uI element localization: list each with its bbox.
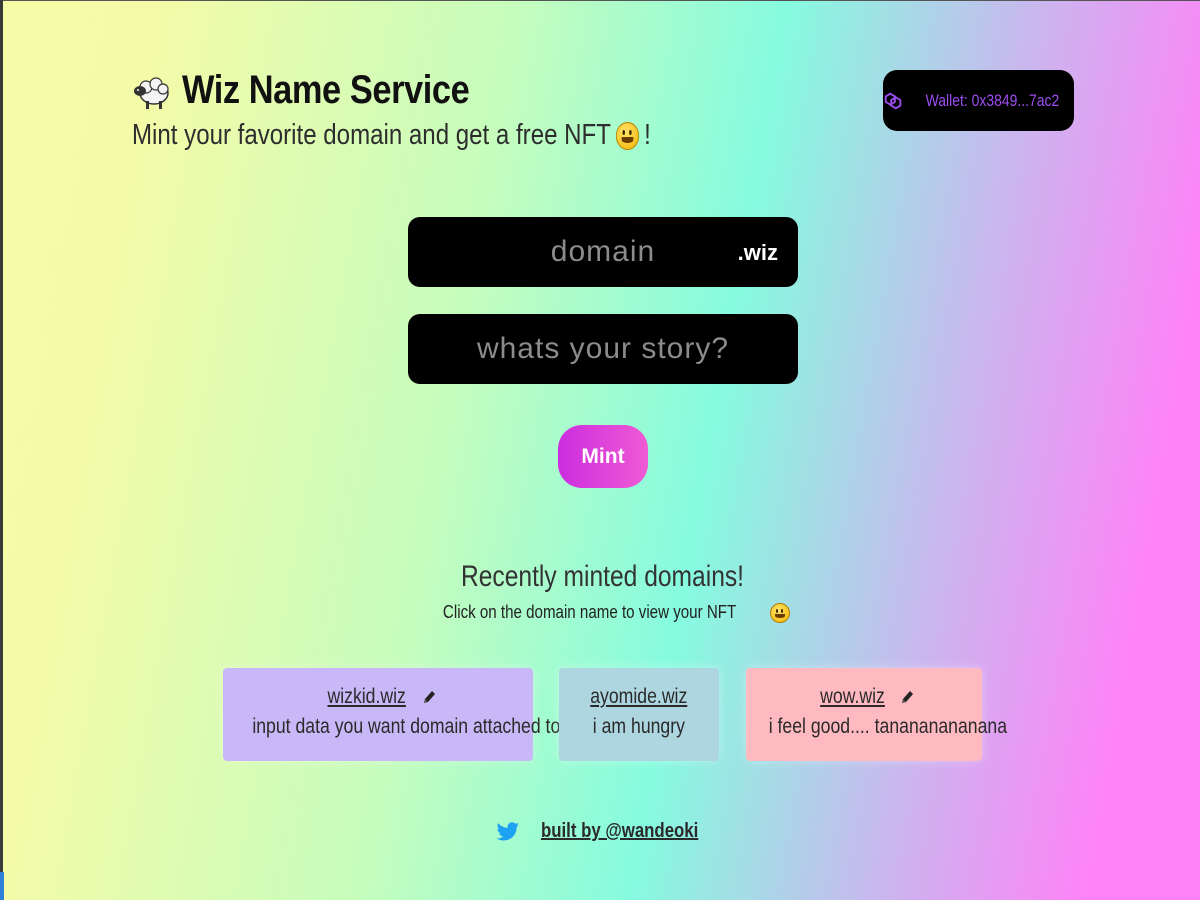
mint-button[interactable]: Mint bbox=[558, 425, 648, 488]
smiley-emoji-icon bbox=[770, 602, 791, 623]
domain-record: input data you want domain attached to bbox=[223, 715, 560, 739]
author-link[interactable]: built by @wandeoki bbox=[541, 820, 698, 843]
domain-link[interactable]: ayomide.wiz bbox=[581, 685, 697, 709]
domain-card: wizkid.wiz input data you want domain at… bbox=[223, 668, 560, 761]
domain-record-text: input data you want domain attached to bbox=[252, 715, 561, 738]
domain-record: i feel good.... tananananananа bbox=[746, 715, 1007, 739]
domain-record: i am hungry bbox=[559, 715, 719, 739]
domain-name[interactable]: ayomide.wiz bbox=[590, 685, 687, 709]
page-title: Wiz Name Service bbox=[182, 68, 470, 112]
page-subtitle: Mint your favorite domain and get a free… bbox=[132, 119, 651, 152]
wallet-address: Wallet: 0x3849...7ac2 bbox=[925, 90, 1060, 110]
domain-record-text: i feel good.... tananananananа bbox=[768, 715, 1008, 738]
header: Wiz Name Service Mint your favorite doma… bbox=[132, 68, 757, 152]
taskbar-corner bbox=[0, 872, 4, 900]
footer: built by @wandeoki bbox=[0, 820, 1200, 843]
subtitle-text: Mint your favorite domain and get a free… bbox=[132, 119, 611, 151]
subtitle-suffix: ! bbox=[644, 119, 651, 151]
domain-field-container: .wiz bbox=[408, 217, 798, 287]
domain-card: wow.wiz i feel good.... tananananananа bbox=[746, 668, 1007, 761]
wallet-button[interactable]: Wallet: 0x3849...7ac2 bbox=[883, 70, 1074, 131]
domain-record-text: i am hungry bbox=[592, 715, 686, 738]
window-top-edge bbox=[0, 0, 1200, 1]
domain-link[interactable]: wizkid.wiz bbox=[320, 685, 435, 709]
pencil-icon[interactable] bbox=[900, 689, 914, 705]
record-field-container bbox=[408, 314, 798, 384]
sheep-icon bbox=[134, 76, 169, 109]
pencil-icon[interactable] bbox=[422, 689, 436, 705]
twitter-icon bbox=[496, 821, 520, 840]
recent-subheading-text: Click on the domain name to view your NF… bbox=[442, 602, 737, 622]
polygon-icon bbox=[884, 92, 902, 109]
domain-card: ayomide.wiz i am hungry bbox=[559, 668, 719, 761]
smiley-emoji-icon bbox=[615, 121, 640, 150]
recent-domains-heading: Recently minted domains! bbox=[460, 560, 745, 593]
domain-name[interactable]: wow.wiz bbox=[821, 685, 886, 709]
recent-domains-subheading: Click on the domain name to view your NF… bbox=[0, 602, 1200, 623]
domain-name[interactable]: wizkid.wiz bbox=[328, 685, 406, 709]
title-row: Wiz Name Service bbox=[132, 68, 757, 113]
tld-label: .wiz bbox=[737, 240, 778, 265]
record-input[interactable] bbox=[408, 314, 798, 384]
domain-link[interactable]: wow.wiz bbox=[814, 685, 913, 709]
window-left-edge bbox=[0, 0, 3, 900]
